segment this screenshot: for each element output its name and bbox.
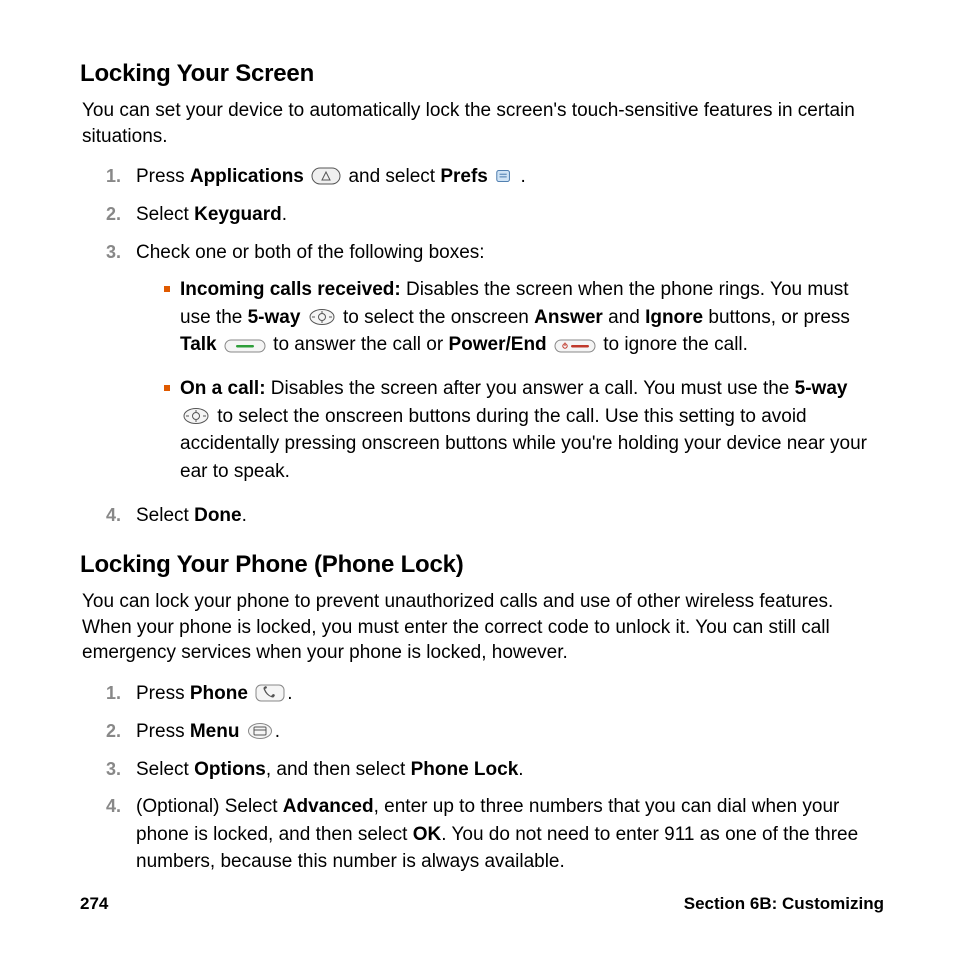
- page-number: 274: [80, 894, 108, 914]
- bold: Options: [194, 759, 266, 780]
- bold: Keyguard: [194, 204, 282, 225]
- step-1: Press Phone .: [106, 680, 884, 708]
- menu-key-icon: [247, 718, 273, 746]
- text: Press: [136, 721, 190, 742]
- text: Press: [136, 683, 190, 704]
- prefs-icon: [495, 163, 513, 191]
- page-footer: 274 Section 6B: Customizing: [80, 894, 884, 914]
- text: Select: [136, 505, 194, 526]
- text: Select: [136, 759, 194, 780]
- text: to select the onscreen: [343, 307, 534, 328]
- text: .: [242, 505, 247, 526]
- bold: Menu: [190, 721, 240, 742]
- bold: Talk: [180, 334, 217, 355]
- bold: Applications: [190, 166, 304, 187]
- step-4: Select Done.: [106, 502, 884, 530]
- text: (Optional) Select: [136, 796, 283, 817]
- text: .: [520, 166, 525, 187]
- text: and select: [348, 166, 440, 187]
- applications-icon: [311, 163, 341, 191]
- text: to answer the call or: [273, 334, 448, 355]
- heading-phone-lock: Locking Your Phone (Phone Lock): [80, 551, 884, 579]
- sub-on-a-call: On a call: Disables the screen after you…: [166, 375, 884, 485]
- power-end-key-icon: [554, 332, 596, 360]
- heading-locking-screen: Locking Your Screen: [80, 60, 884, 88]
- text: Check one or both of the following boxes…: [136, 242, 485, 263]
- section-label: Section 6B: Customizing: [684, 894, 884, 914]
- text: Disables the screen after you answer a c…: [266, 378, 795, 399]
- text: to select the onscreen buttons during th…: [180, 406, 867, 482]
- phone-key-icon: [255, 680, 285, 708]
- bold: Power/End: [448, 334, 546, 355]
- bold: OK: [413, 824, 442, 845]
- step-3: Select Options, and then select Phone Lo…: [106, 756, 884, 784]
- intro-locking-screen: You can set your device to automatically…: [82, 98, 884, 149]
- sub-incoming-calls: Incoming calls received: Disables the sc…: [166, 276, 884, 359]
- step-2: Select Keyguard.: [106, 201, 884, 229]
- step-3: Check one or both of the following boxes…: [106, 239, 884, 486]
- bold: Advanced: [283, 796, 374, 817]
- text: Press: [136, 166, 190, 187]
- bold: 5-way: [248, 307, 301, 328]
- bold: Phone: [190, 683, 248, 704]
- bold: Phone Lock: [411, 759, 519, 780]
- text: .: [287, 683, 292, 704]
- text: .: [275, 721, 280, 742]
- text: , and then select: [266, 759, 411, 780]
- steps-locking-screen: Press Applications and select Prefs . Se…: [80, 163, 884, 529]
- bold: Answer: [534, 307, 603, 328]
- bold: On a call:: [180, 378, 266, 399]
- bold: Incoming calls received:: [180, 279, 401, 300]
- text: .: [282, 204, 287, 225]
- steps-phone-lock: Press Phone . Press Menu . Select Option…: [80, 680, 884, 876]
- bold: Done: [194, 505, 242, 526]
- step-1: Press Applications and select Prefs .: [106, 163, 884, 191]
- section-phone-lock: Locking Your Phone (Phone Lock) You can …: [80, 551, 884, 876]
- five-way-icon: [308, 304, 336, 332]
- text: buttons, or press: [703, 307, 850, 328]
- bold: 5-way: [795, 378, 848, 399]
- sub-options: Incoming calls received: Disables the sc…: [136, 276, 884, 485]
- bold: Prefs: [440, 166, 488, 187]
- step-2: Press Menu .: [106, 718, 884, 746]
- five-way-icon: [182, 403, 210, 431]
- text: to ignore the call.: [603, 334, 748, 355]
- intro-phone-lock: You can lock your phone to prevent unaut…: [82, 589, 884, 666]
- manual-page: Locking Your Screen You can set your dev…: [0, 0, 954, 954]
- text: Select: [136, 204, 194, 225]
- text: and: [603, 307, 645, 328]
- step-4: (Optional) Select Advanced, enter up to …: [106, 793, 884, 876]
- talk-key-icon: [224, 332, 266, 360]
- bold: Ignore: [645, 307, 703, 328]
- text: .: [518, 759, 523, 780]
